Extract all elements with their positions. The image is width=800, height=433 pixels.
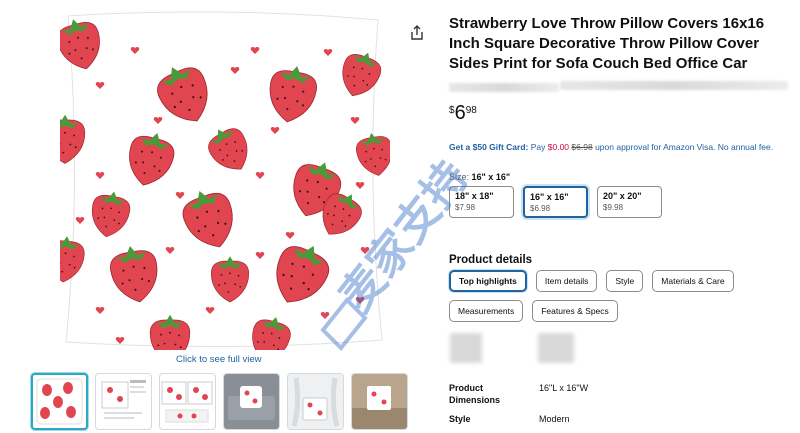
gift-card-pay-text: Pay [530,142,546,152]
price-fraction: 98 [465,105,477,116]
spec-value-dimensions: 16"L x 16"W [539,383,589,393]
see-full-view-link[interactable]: Click to see full view [176,354,262,365]
product-title: Strawberry Love Throw Pillow Covers 16x1… [449,15,765,72]
thumbnail-2[interactable] [95,373,152,430]
size-option-price: $7.98 [455,203,476,212]
gift-card-offer[interactable]: Get a $50 Gift Card: Pay $0.00 $6.98 upo… [449,141,789,153]
thumbnail-4[interactable] [223,373,280,430]
size-option-name: 16" x 16" [530,192,569,202]
product-details-heading: Product details [449,254,533,266]
chip-style[interactable]: Style [606,270,644,292]
redacted-spec-label [450,333,482,363]
gift-card-pay-value: $0.00 [547,142,570,152]
chip-materials-care[interactable]: Materials & Care [652,270,734,292]
gift-card-terms: upon approval for Amazon Visa. No annual… [595,142,774,152]
thumbnail-6[interactable] [351,373,408,430]
chip-measurements[interactable]: Measurements [449,300,524,322]
chip-features-specs[interactable]: Features & Specs [532,300,618,322]
spec-label-dimensions: Product Dimensions [449,383,501,405]
size-option-name: 18" x 18" [455,191,494,201]
price: $ 6 98 [449,102,477,124]
chip-item-details[interactable]: Item details [535,270,598,292]
size-option-16x16[interactable]: 16" x 16" $6.98 [523,186,588,218]
gift-card-lead: Get a $50 Gift Card: [449,142,529,152]
thumbnail-5[interactable] [287,373,344,430]
gift-card-original-price: $6.98 [571,142,593,152]
thumbnail-3[interactable] [159,373,216,430]
thumbnail-1[interactable] [31,373,88,430]
main-product-image[interactable] [60,10,390,350]
size-option-20x20[interactable]: 20" x 20" $9.98 [597,186,662,218]
redacted-rating [560,81,788,90]
size-option-name: 20" x 20" [603,191,642,201]
redacted-spec-value [538,333,574,363]
size-option-price: $6.98 [530,204,551,213]
size-options: 18" x 18" $7.98 16" x 16" $6.98 20" x 20… [449,186,662,218]
price-whole: 6 [454,102,466,124]
share-icon[interactable] [409,24,425,42]
spec-value-style: Modern [539,414,570,424]
size-label-text: Size: [449,172,470,182]
size-selected-value: 16" x 16" [471,172,511,182]
pillow-illustration [60,11,390,350]
redacted-store-link [449,83,559,92]
chip-top-highlights[interactable]: Top highlights [449,270,527,292]
details-chip-group: Top highlights Item details Style Materi… [449,270,794,322]
size-option-18x18[interactable]: 18" x 18" $7.98 [449,186,514,218]
spec-label-style: Style [449,414,471,424]
size-label: Size: 16" x 16" [449,172,510,182]
thumbnail-strip [31,373,408,430]
size-option-price: $9.98 [603,203,624,212]
